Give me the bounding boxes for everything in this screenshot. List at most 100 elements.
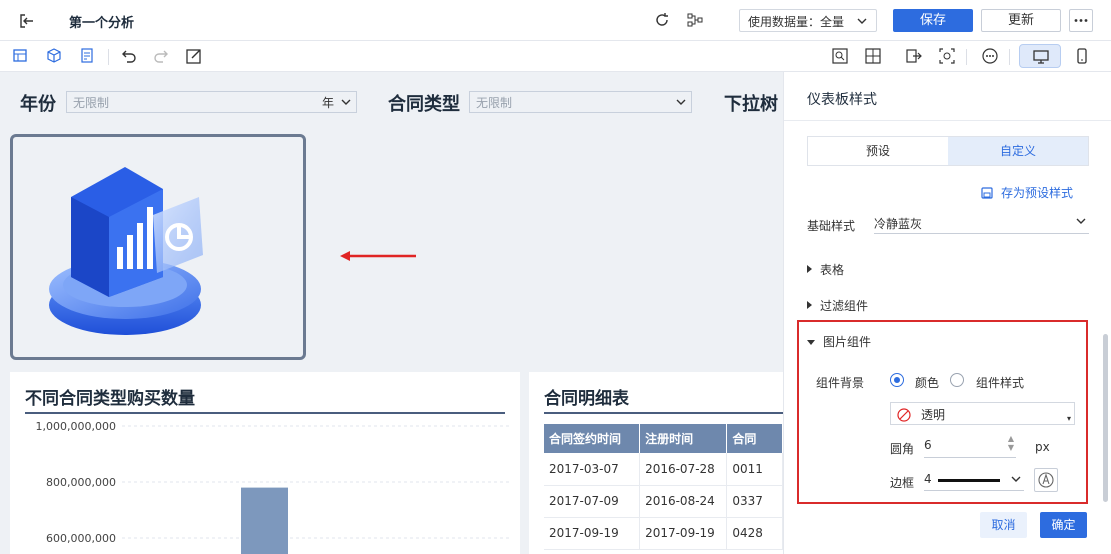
year-filter-input[interactable]: 无限制 年 bbox=[66, 91, 357, 113]
panel-scrollbar[interactable] bbox=[1103, 334, 1108, 502]
bar[interactable] bbox=[241, 487, 288, 554]
radius-label: 圆角 bbox=[890, 442, 915, 456]
radio-color[interactable] bbox=[890, 373, 904, 387]
detail-table-title: 合同明细表 bbox=[544, 389, 629, 409]
analysis-title: 第一个分析 bbox=[69, 16, 135, 31]
dropdown-caret-icon: ▾ bbox=[1066, 414, 1071, 423]
search-component-icon[interactable] bbox=[831, 47, 849, 65]
update-button[interactable]: 更新 bbox=[981, 9, 1061, 32]
undo-icon[interactable] bbox=[120, 47, 138, 65]
table-cell: 0337 bbox=[726, 485, 783, 518]
redo-icon[interactable] bbox=[152, 47, 170, 65]
radio-component-style-label: 组件样式 bbox=[976, 376, 1025, 390]
color-picker-icon bbox=[1038, 472, 1054, 488]
section-filter-component[interactable]: 过滤组件 bbox=[807, 297, 868, 314]
save-preset-link[interactable]: 存为预设样式 bbox=[981, 184, 1073, 201]
edit-icon[interactable] bbox=[185, 47, 203, 65]
add-cube-icon[interactable] bbox=[45, 47, 63, 65]
data-amount-select[interactable]: 使用数据量：全量 bbox=[739, 9, 877, 32]
style-mode-tabs: 预设 自定义 bbox=[807, 136, 1089, 166]
more-icon bbox=[1074, 19, 1088, 22]
border-width-value: 4 bbox=[924, 472, 932, 486]
radius-input[interactable]: 6 ▲ ▼ bbox=[924, 434, 1016, 458]
bar-chart-title: 不同合同类型购买数量 bbox=[25, 389, 195, 409]
image-widget[interactable] bbox=[10, 134, 306, 360]
stepper-icon[interactable]: ▲ ▼ bbox=[1008, 434, 1014, 452]
dashboard-style-panel: 仪表板样式 预设 自定义 存为预设样式 基础样式 冷静蓝灰 表格 过滤组件 图片… bbox=[783, 72, 1111, 554]
border-line-preview bbox=[938, 479, 1000, 482]
contract-type-filter-input[interactable]: 无限制 bbox=[469, 91, 692, 113]
column-header[interactable]: 注册时间 bbox=[639, 424, 728, 453]
toolbar-divider bbox=[966, 49, 967, 65]
border-width-select[interactable]: 4 bbox=[924, 469, 1024, 491]
background-color-value: 透明 bbox=[921, 408, 946, 422]
more-button[interactable] bbox=[1069, 9, 1093, 32]
analytics-3d-illustration bbox=[49, 167, 203, 335]
table-cell: 2016-07-28 bbox=[639, 453, 728, 486]
section-filter-label: 过滤组件 bbox=[820, 299, 869, 313]
toolbar-divider bbox=[108, 49, 109, 65]
title-underline bbox=[544, 412, 783, 414]
table-row[interactable]: 2017-07-09 2016-08-24 0337 bbox=[544, 485, 783, 518]
bar-chart-card: 不同合同类型购买数量 1,000,000,000 800,000,000 600,0… bbox=[10, 372, 520, 554]
confirm-button[interactable]: 确定 bbox=[1040, 512, 1087, 538]
filter-label-contract-type: 合同类型 bbox=[388, 94, 460, 115]
chevron-down-icon bbox=[1011, 476, 1021, 482]
left-arrow-annotation bbox=[340, 251, 416, 261]
y-tick-label: 1,000,000,000 bbox=[36, 420, 116, 433]
tab-custom[interactable]: 自定义 bbox=[948, 137, 1088, 165]
chevron-down-icon bbox=[1076, 218, 1086, 224]
base-style-select[interactable]: 冷静蓝灰 bbox=[874, 212, 1089, 234]
table-row[interactable]: 2017-09-19 2017-09-19 0428 bbox=[544, 517, 783, 550]
export-icon[interactable] bbox=[905, 47, 923, 65]
preview-icon[interactable] bbox=[938, 47, 956, 65]
mobile-icon[interactable] bbox=[1073, 47, 1091, 65]
table-cell: 2017-09-19 bbox=[639, 517, 728, 550]
exit-icon[interactable] bbox=[17, 12, 35, 30]
column-header[interactable]: 合同 bbox=[726, 424, 783, 453]
more-options-icon[interactable] bbox=[981, 47, 999, 65]
refresh-icon[interactable] bbox=[653, 11, 671, 29]
table-cell: 2017-03-07 bbox=[544, 453, 641, 486]
y-tick-label: 800,000,000 bbox=[46, 476, 116, 489]
filter-label-dropdown-tree: 下拉树 bbox=[724, 94, 778, 115]
component-background-label: 组件背景 bbox=[816, 376, 865, 390]
add-text-icon[interactable] bbox=[79, 47, 97, 65]
save-icon bbox=[981, 187, 993, 199]
background-color-select[interactable]: 透明 ▾ bbox=[890, 402, 1075, 425]
relation-icon[interactable] bbox=[686, 11, 704, 29]
y-tick-label: 600,000,000 bbox=[46, 532, 116, 545]
section-table-label: 表格 bbox=[820, 263, 845, 277]
panel-divider bbox=[784, 120, 1111, 121]
dashboard-canvas: 年份 无限制 年 合同类型 无限制 下拉树 不同合同类型购买数量 1,000,0… bbox=[0, 72, 783, 554]
desktop-view-toggle[interactable] bbox=[1019, 44, 1061, 68]
top-bar: 第一个分析 使用数据量：全量 保存 更新 bbox=[0, 0, 1111, 41]
table-cell: 2017-09-19 bbox=[544, 517, 641, 550]
base-style-label: 基础样式 bbox=[807, 219, 856, 233]
year-filter-placeholder: 无限制 bbox=[73, 96, 110, 110]
data-amount-label: 使用数据量：全量 bbox=[748, 15, 845, 29]
base-style-value: 冷静蓝灰 bbox=[874, 217, 923, 231]
expand-triangle-icon bbox=[807, 265, 812, 273]
radio-component-style[interactable] bbox=[950, 373, 964, 387]
section-table[interactable]: 表格 bbox=[807, 261, 844, 278]
add-component-icon[interactable] bbox=[12, 47, 30, 65]
table-row[interactable]: 2017-03-07 2016-07-28 0011 bbox=[544, 453, 783, 486]
tab-preset[interactable]: 预设 bbox=[808, 137, 948, 165]
chevron-down-icon bbox=[676, 99, 686, 105]
save-button[interactable]: 保存 bbox=[893, 9, 973, 32]
panel-title: 仪表板样式 bbox=[807, 92, 877, 108]
column-header[interactable]: 合同签约时间 bbox=[544, 424, 641, 453]
border-color-picker[interactable] bbox=[1034, 468, 1058, 492]
desktop-icon bbox=[1033, 50, 1049, 64]
year-filter-suffix: 年 bbox=[321, 96, 334, 110]
detail-table: 合同签约时间 注册时间 合同 2017-03-07 2016-07-28 001… bbox=[544, 424, 783, 550]
cancel-button[interactable]: 取消 bbox=[980, 512, 1027, 538]
layout-icon[interactable] bbox=[864, 47, 882, 65]
table-cell: 0428 bbox=[726, 517, 783, 550]
radius-unit: px bbox=[1035, 440, 1050, 454]
table-cell: 2017-07-09 bbox=[544, 485, 641, 518]
table-cell: 2016-08-24 bbox=[639, 485, 728, 518]
contract-type-filter-placeholder: 无限制 bbox=[476, 96, 513, 110]
expand-triangle-icon bbox=[807, 301, 812, 309]
